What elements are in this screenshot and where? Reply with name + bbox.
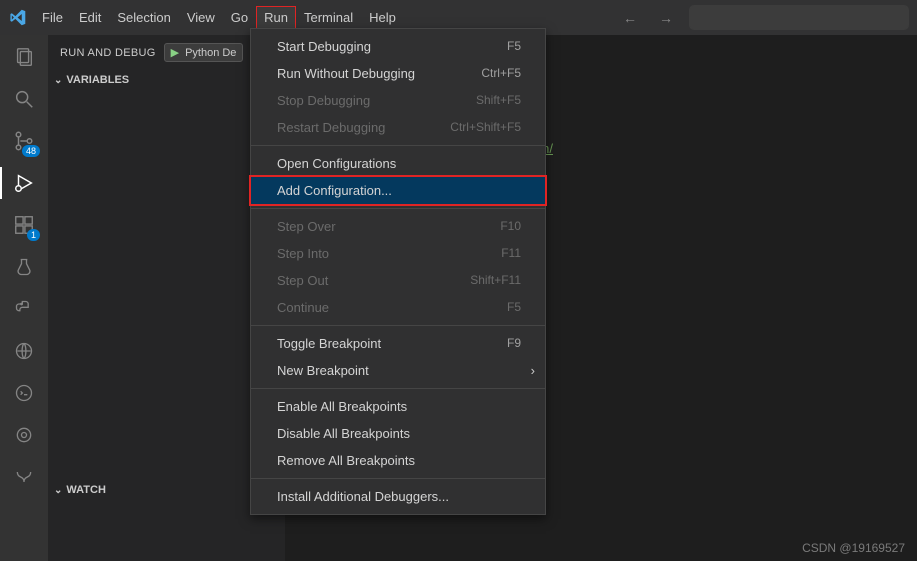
menu-item-restart-debugging: Restart DebuggingCtrl+Shift+F5 — [251, 114, 545, 141]
watermark: CSDN @19169527 — [802, 541, 905, 555]
extensions-icon[interactable]: 1 — [10, 211, 38, 239]
menu-item-install-additional-debuggers-[interactable]: Install Additional Debuggers... — [251, 483, 545, 510]
menu-item-step-out: Step OutShift+F11 — [251, 267, 545, 294]
play-icon: ▶ — [171, 46, 179, 59]
chevron-down-icon: ⌄ — [54, 485, 62, 496]
menu-item-enable-all-breakpoints[interactable]: Enable All Breakpoints — [251, 393, 545, 420]
search-icon[interactable] — [10, 85, 38, 113]
launch-config-selector[interactable]: ▶ Python De — [164, 43, 244, 62]
menu-item-step-over: Step OverF10 — [251, 213, 545, 240]
diff-icon[interactable] — [10, 463, 38, 491]
command-center-input[interactable] — [689, 5, 909, 30]
menu-go[interactable]: Go — [223, 6, 256, 29]
menu-item-run-without-debugging[interactable]: Run Without DebuggingCtrl+F5 — [251, 60, 545, 87]
menu-item-step-into: Step IntoF11 — [251, 240, 545, 267]
explorer-icon[interactable] — [10, 43, 38, 71]
output-icon[interactable] — [10, 379, 38, 407]
source-control-icon[interactable]: 48 — [10, 127, 38, 155]
scm-badge: 48 — [22, 145, 40, 157]
run-debug-icon[interactable] — [10, 169, 38, 197]
menu-bar: File Edit Selection View Go Run Terminal… — [34, 6, 404, 29]
livecycle-icon[interactable] — [10, 421, 38, 449]
menu-item-continue: ContinueF5 — [251, 294, 545, 321]
menu-selection[interactable]: Selection — [109, 6, 178, 29]
menu-item-disable-all-breakpoints[interactable]: Disable All Breakpoints — [251, 420, 545, 447]
menu-item-toggle-breakpoint[interactable]: Toggle BreakpointF9 — [251, 330, 545, 357]
menu-view[interactable]: View — [179, 6, 223, 29]
extensions-badge: 1 — [27, 229, 40, 241]
vscode-logo-icon — [8, 9, 26, 27]
menu-edit[interactable]: Edit — [71, 6, 109, 29]
menu-item-stop-debugging: Stop DebuggingShift+F5 — [251, 87, 545, 114]
run-menu-dropdown: Start DebuggingF5Run Without DebuggingCt… — [250, 28, 546, 515]
testing-icon[interactable] — [10, 253, 38, 281]
menu-item-remove-all-breakpoints[interactable]: Remove All Breakpoints — [251, 447, 545, 474]
menu-item-start-debugging[interactable]: Start DebuggingF5 — [251, 33, 545, 60]
menu-terminal[interactable]: Terminal — [296, 6, 361, 29]
chevron-down-icon: ⌄ — [54, 75, 62, 86]
menu-run[interactable]: Run — [256, 6, 296, 29]
config-name: Python De — [185, 47, 236, 59]
menu-item-new-breakpoint[interactable]: New Breakpoint — [251, 357, 545, 384]
sidebar-title: RUN AND DEBUG — [60, 47, 156, 59]
menu-item-add-configuration-[interactable]: Add Configuration... — [251, 177, 545, 204]
menu-file[interactable]: File — [34, 6, 71, 29]
menu-help[interactable]: Help — [361, 6, 404, 29]
remote-icon[interactable] — [10, 337, 38, 365]
activity-bar: 48 1 — [0, 35, 48, 561]
nav-back-icon[interactable]: ← — [617, 8, 643, 28]
nav-forward-icon[interactable]: → — [653, 8, 679, 28]
python-env-icon[interactable] — [10, 295, 38, 323]
menu-item-open-configurations[interactable]: Open Configurations — [251, 150, 545, 177]
